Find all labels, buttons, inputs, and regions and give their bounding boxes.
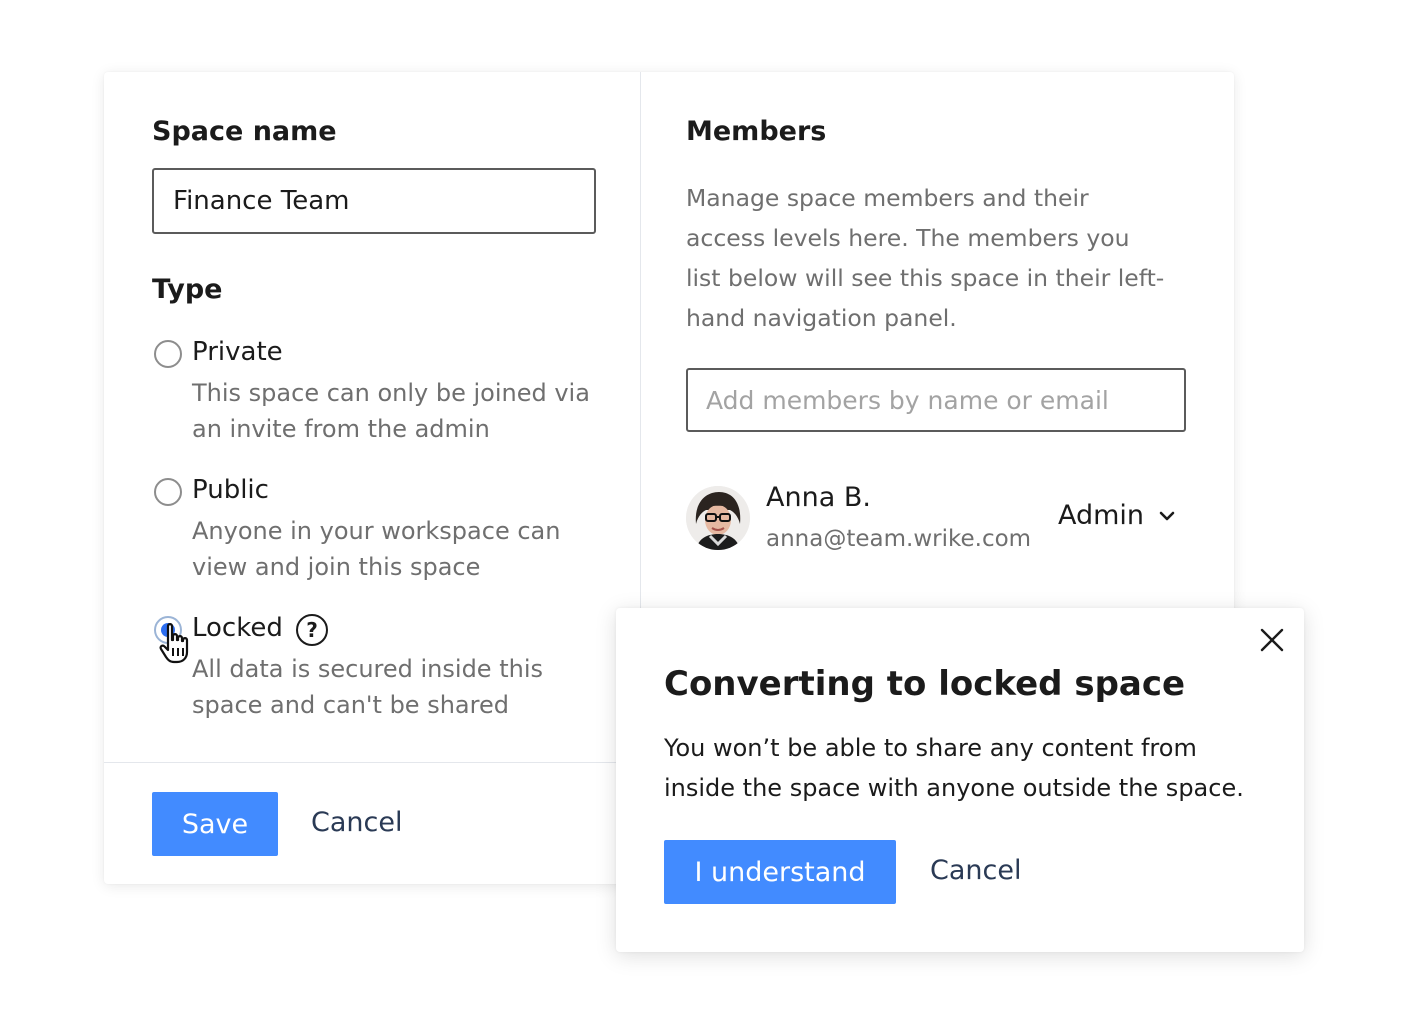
option-private-label[interactable]: Private (192, 337, 283, 367)
chevron-down-icon (1159, 511, 1175, 520)
locked-space-dialog: Converting to locked space You won’t be … (616, 608, 1304, 952)
hand-pointer-icon (159, 623, 189, 664)
save-button[interactable]: Save (152, 792, 278, 856)
members-description: Manage space members and their access le… (686, 184, 1165, 332)
member-email: anna@team.wrike.com (766, 526, 1032, 552)
dialog-text: You won’t be able to share any content f… (664, 734, 1244, 802)
dialog-cancel-button[interactable]: Cancel (930, 855, 1021, 886)
space-name-input[interactable] (152, 168, 596, 234)
dialog-title: Converting to locked space (664, 664, 1186, 704)
option-public-label[interactable]: Public (192, 475, 269, 505)
option-locked-description: All data is secured inside this space an… (192, 655, 543, 719)
option-private-description: This space can only be joined via an inv… (192, 379, 590, 443)
option-public-description: Anyone in your workspace can view and jo… (192, 517, 561, 581)
space-name-label: Space name (152, 116, 337, 147)
type-label: Type (152, 274, 223, 305)
i-understand-button[interactable]: I understand (664, 840, 896, 904)
members-title: Members (686, 116, 827, 147)
question-circle-icon[interactable]: ? (296, 614, 328, 646)
cancel-button[interactable]: Cancel (311, 807, 402, 838)
radio-public[interactable] (154, 478, 182, 506)
member-name: Anna B. (766, 482, 871, 513)
option-locked-label[interactable]: Locked (192, 613, 283, 643)
add-members-input[interactable] (686, 368, 1186, 432)
avatar (686, 486, 750, 550)
member-role-value: Admin (1058, 500, 1145, 531)
close-icon[interactable] (1258, 626, 1286, 654)
member-role-select[interactable]: Admin (1058, 500, 1176, 531)
radio-private[interactable] (154, 340, 182, 368)
